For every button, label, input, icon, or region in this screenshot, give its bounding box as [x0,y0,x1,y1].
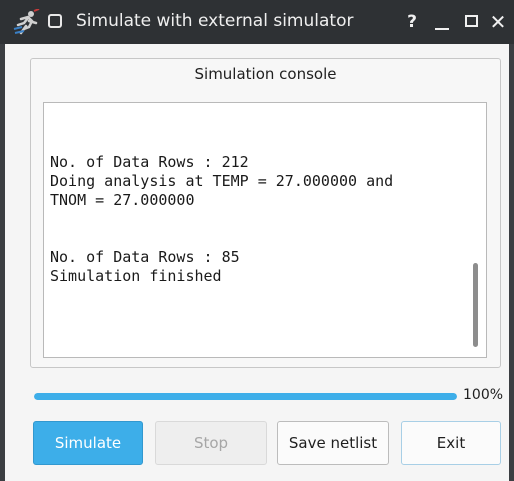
console-text: No. of Data Rows : 212 Doing analysis at… [50,153,394,285]
progress-fill [34,393,457,400]
title-bar[interactable]: Simulate with external simulator ? ✕ [0,0,514,44]
group-title: Simulation console [194,65,337,83]
window-title: Simulate with external simulator [76,11,354,31]
dialog-window: Simulate with external simulator ? ✕ Sim… [0,0,514,481]
window-menu-icon[interactable] [48,14,62,28]
stop-button[interactable]: Stop [155,421,267,465]
app-icon [13,9,40,35]
simulation-console-group: Simulation console No. of Data Rows : 21… [30,58,501,368]
close-icon[interactable]: ✕ [488,10,508,34]
help-icon[interactable]: ? [402,10,422,34]
maximize-icon[interactable] [462,10,482,34]
simulate-button[interactable]: Simulate [33,421,143,465]
exit-button[interactable]: Exit [401,421,501,465]
progress-bar [34,393,457,400]
console-scrollbar[interactable] [473,263,478,347]
console-output[interactable]: No. of Data Rows : 212 Doing analysis at… [43,102,487,358]
save-netlist-button[interactable]: Save netlist [277,421,389,465]
progress-label: 100% [463,387,504,403]
minimize-icon[interactable] [432,10,452,34]
